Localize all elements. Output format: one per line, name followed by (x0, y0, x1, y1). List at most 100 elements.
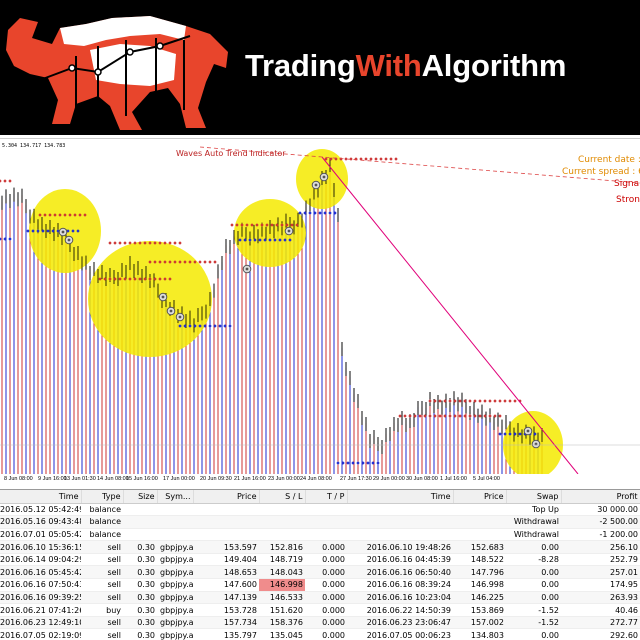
level-marker (389, 157, 393, 161)
chart-canvas[interactable] (0, 139, 640, 474)
time-axis-label: 9 Jun 16:00 (38, 476, 67, 482)
column-header[interactable]: Swap (506, 490, 562, 504)
cell-time: 2016.06.10 15:36:15 (0, 540, 81, 554)
cell-ctime: 2016.06.23 23:06:47 (347, 616, 453, 630)
trade-marker-dot (67, 238, 71, 242)
level-marker (3, 179, 7, 183)
level-marker (448, 414, 452, 418)
column-header[interactable]: Time (347, 490, 454, 504)
table-header-row: Time Type Size Sym... Price S / LT / P Time Pri… (0, 490, 640, 504)
level-marker (0, 237, 2, 241)
column-header[interactable]: Price (453, 490, 507, 504)
cell-type: sell (81, 553, 123, 567)
cell-profit: 256.10 (561, 540, 640, 554)
table-row[interactable]: 2016.05.16 09:43:48 balance Withdrawal -2 5… (0, 515, 640, 529)
table-row[interactable]: 2016.06.10 15:36:15sell0.30gbpjpy.akf153… (0, 540, 640, 554)
cell-price: 148.653 (193, 565, 259, 580)
cell-time: 2016.07.05 02:19:09 (0, 628, 81, 640)
cell-time: 2016.07.01 05:05:42 (0, 528, 81, 542)
column-header[interactable]: Profit (561, 490, 640, 504)
cell-sym: gbpjpy.akf (157, 616, 193, 630)
cell-profit: 257.01 (561, 565, 640, 580)
cell-swap: 0.00 (506, 591, 561, 605)
cell-sym: gbpjpy.akf (157, 565, 193, 580)
price-chart[interactable]: 5.304 134.717 134.783 Waves Auto Trend I… (0, 138, 640, 488)
cell-sl: 151.620 (259, 603, 305, 617)
level-marker (123, 241, 127, 245)
cell-tp: 0.000 (305, 578, 347, 592)
column-header[interactable]: S / L (259, 490, 306, 504)
cell-cprice: 157.002 (453, 616, 506, 630)
cell-tp: 0.000 (305, 591, 347, 605)
cell-size: 0.30 (123, 603, 157, 617)
level-marker (438, 399, 442, 403)
column-header[interactable]: Size (123, 490, 158, 504)
cell-type: buy (81, 603, 123, 617)
level-marker (478, 399, 482, 403)
level-marker (498, 414, 502, 418)
column-header[interactable]: Type (81, 490, 124, 504)
level-marker (218, 324, 222, 328)
cell-type: balance (81, 528, 123, 542)
cell-tp: 0.000 (305, 540, 347, 554)
cell-size: 0.30 (123, 553, 157, 567)
cell-time: 2016.05.12 05:42:49 (0, 503, 81, 517)
time-axis-label: 30 Jun 08:00 (406, 476, 438, 482)
level-marker (213, 260, 217, 264)
table-row[interactable]: 2016.06.23 12:49:10sell0.30gbpjpy.akf157… (0, 616, 640, 630)
time-axis-label: 29 Jun 00:00 (373, 476, 405, 482)
cell-type: balance (81, 515, 123, 529)
strong-label: Strong (616, 195, 640, 205)
cell-cprice: 152.683 (453, 540, 506, 554)
table-row[interactable]: 2016.06.16 07:50:43sell0.30gbpjpy.akf147… (0, 578, 640, 592)
trade-marker-dot (287, 229, 291, 233)
cell-ctime: 2016.06.10 19:48:26 (347, 540, 453, 554)
table-row[interactable]: 2016.06.16 09:39:25sell0.30gbpjpy.akf147… (0, 591, 640, 605)
column-header[interactable]: Time (0, 490, 82, 504)
table-row[interactable]: 2016.07.01 05:05:42 balance Withdrawal -1 2… (0, 528, 640, 542)
time-axis-label: 23 Jun 00:00 (268, 476, 300, 482)
cell-tp: 0.000 (305, 616, 347, 630)
table-row[interactable]: 2016.06.21 07:41:26buy0.30gbpjpy.akf153.… (0, 603, 640, 617)
cell-sl: 146.533 (259, 591, 305, 605)
level-marker (458, 399, 462, 403)
level-marker (428, 414, 432, 418)
column-header[interactable]: Sym... (157, 490, 194, 504)
brand-suffix: Algorithm (421, 48, 567, 83)
column-header[interactable]: Price (193, 490, 260, 504)
cell-sl: 146.998 (259, 578, 305, 592)
cell-tp: 0.000 (305, 565, 347, 580)
table-row[interactable]: 2016.07.05 02:19:09sell0.30gbpjpy.akf135… (0, 628, 640, 640)
cell-price: 147.139 (193, 591, 259, 605)
cell-note: Top Up (123, 503, 561, 517)
table-row[interactable]: 2016.06.14 09:04:29sell0.30gbpjpy.akf149… (0, 553, 640, 567)
level-marker (318, 211, 322, 215)
level-marker (508, 399, 512, 403)
column-header[interactable]: T / P (305, 490, 348, 504)
time-axis-label: 27 Jun 17:30 (340, 476, 372, 482)
level-marker (403, 414, 407, 418)
cell-sl: 158.376 (259, 616, 305, 630)
level-marker (468, 399, 472, 403)
cell-sl: 148.719 (259, 553, 305, 567)
level-marker (398, 414, 402, 418)
cell-sl: 148.043 (259, 565, 305, 580)
trade-history-panel[interactable]: Time Type Size Sym... Price S / LT / P Time Pri… (0, 489, 640, 640)
table-body: 2016.05.12 05:42:49 balance Top Up 30 000.0… (0, 503, 640, 640)
cell-time: 2016.05.16 09:43:48 (0, 515, 81, 529)
level-marker (384, 157, 388, 161)
cell-profit: 40.46 (561, 603, 640, 617)
trade-marker-dot (169, 309, 173, 313)
cell-type: balance (81, 503, 123, 517)
time-axis-label: 17 Jun 00:00 (163, 476, 195, 482)
table-row[interactable]: 2016.06.16 05:45:42sell0.30gbpjpy.akf148… (0, 565, 640, 580)
cell-swap: -1.52 (506, 603, 561, 617)
cell-swap: -8.28 (506, 553, 561, 567)
cell-profit: 252.79 (561, 553, 640, 567)
cell-cprice: 148.522 (453, 553, 506, 567)
cell-cprice: 153.869 (453, 603, 506, 617)
level-marker (369, 157, 373, 161)
table-row[interactable]: 2016.05.12 05:42:49 balance Top Up 30 000.0… (0, 503, 640, 517)
level-marker (108, 241, 112, 245)
level-marker (394, 157, 398, 161)
